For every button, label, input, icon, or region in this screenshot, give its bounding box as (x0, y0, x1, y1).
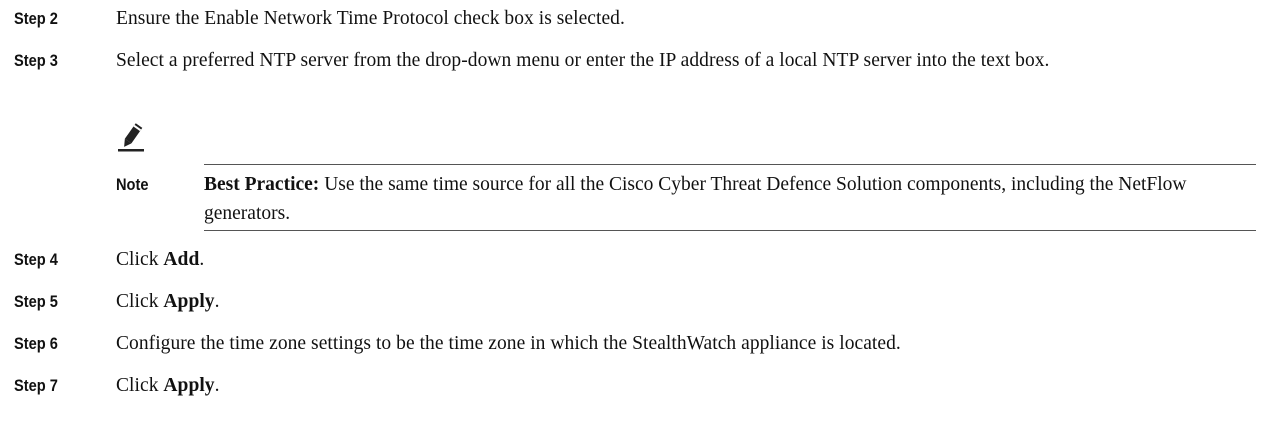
step-text-prefix: Click (116, 291, 164, 312)
pencil-icon (116, 122, 146, 152)
apply-action: Apply (163, 291, 215, 312)
step-text-suffix: . (214, 291, 220, 312)
step-text-prefix: Click (116, 375, 164, 396)
step-text-suffix: . (199, 249, 205, 270)
step-text: Configure the time zone settings to be t… (116, 333, 901, 354)
note-top-rule (204, 164, 1256, 165)
step-label: Step 5 (14, 292, 58, 311)
add-action: Add (163, 249, 200, 270)
step-label: Step 2 (14, 9, 58, 28)
step-label: Step 3 (14, 51, 58, 70)
step-label: Step 7 (14, 376, 58, 395)
step-text: Select a preferred NTP server from the d… (116, 50, 1050, 71)
step-text: Click Apply. (116, 371, 1246, 400)
step-text: Click Apply. (116, 287, 1246, 316)
step-text: Click Add. (116, 245, 1246, 274)
step-text-suffix: . (214, 375, 220, 396)
step-label: Step 6 (14, 334, 58, 353)
step-label: Step 4 (14, 250, 58, 269)
apply-action: Apply (163, 375, 215, 396)
note-bottom-rule (204, 230, 1256, 231)
step-text: Ensure the Enable Network Time Protocol … (116, 8, 625, 29)
note-label: Note (116, 175, 149, 194)
step-text-prefix: Click (116, 249, 164, 270)
note-block: Note Best Practice: Use the same time so… (116, 122, 1256, 232)
note-bold-lead: Best Practice: (204, 174, 320, 195)
note-body: Use the same time source for all the Cis… (204, 174, 1187, 224)
note-text: Best Practice: Use the same time source … (204, 170, 1244, 228)
